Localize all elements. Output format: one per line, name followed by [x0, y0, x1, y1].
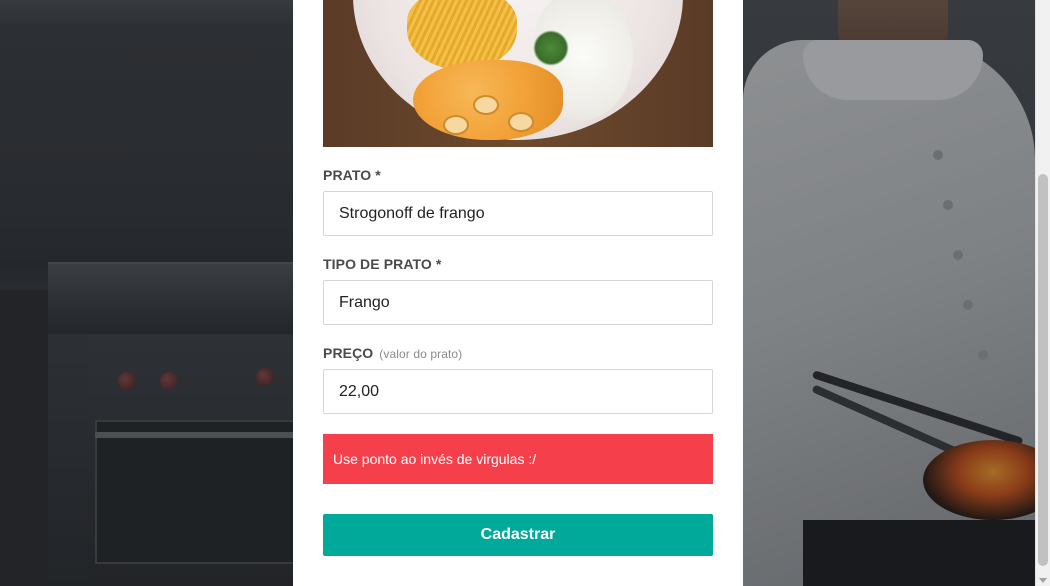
- preco-label-text: PREÇO: [323, 345, 374, 361]
- preco-hint: (valor do prato): [379, 347, 463, 361]
- kitchen-hood: [0, 0, 293, 24]
- stove-knob: [118, 372, 136, 390]
- dish-form-card: PRATO * TIPO DE PRATO * PREÇO (valor do …: [293, 0, 743, 586]
- mushroom: [508, 112, 534, 132]
- stove-knob: [256, 368, 274, 386]
- prato-label: PRATO *: [323, 167, 381, 183]
- stovetop: [803, 520, 1035, 586]
- scroll-down-arrow-icon[interactable]: [1039, 578, 1047, 583]
- mushroom: [473, 95, 499, 115]
- kitchen-wall: [0, 290, 48, 586]
- error-message: Use ponto ao invés de virgulas :/: [333, 451, 537, 467]
- tipo-label: TIPO DE PRATO *: [323, 256, 441, 272]
- scrollbar-thumb[interactable]: [1038, 174, 1048, 566]
- coat-button: [933, 150, 943, 160]
- page-scrollbar[interactable]: [1035, 0, 1050, 586]
- tipo-label-text: TIPO DE PRATO *: [323, 256, 442, 272]
- preco-label: PREÇO (valor do prato): [323, 345, 462, 361]
- chef-collar: [803, 40, 983, 100]
- coat-button: [943, 200, 953, 210]
- preco-input[interactable]: [323, 369, 713, 414]
- coat-button: [963, 300, 973, 310]
- coat-button: [953, 250, 963, 260]
- mushroom: [443, 115, 469, 135]
- oven-door: [95, 420, 297, 564]
- cadastrar-button[interactable]: Cadastrar: [323, 514, 713, 556]
- prato-input[interactable]: [323, 191, 713, 236]
- oven-handle: [95, 432, 293, 438]
- page-viewport: PRATO * TIPO DE PRATO * PREÇO (valor do …: [0, 0, 1050, 586]
- dish-photo: [323, 0, 713, 147]
- parsley-garnish: [533, 30, 569, 66]
- background-kitchen: [0, 0, 297, 586]
- stove-knob: [160, 372, 178, 390]
- error-alert: Use ponto ao invés de virgulas :/: [323, 434, 713, 484]
- coat-button: [978, 350, 988, 360]
- kitchen-counter: [48, 262, 293, 334]
- tipo-input[interactable]: [323, 280, 713, 325]
- prato-label-text: PRATO *: [323, 167, 381, 183]
- background-chef: [743, 0, 1035, 586]
